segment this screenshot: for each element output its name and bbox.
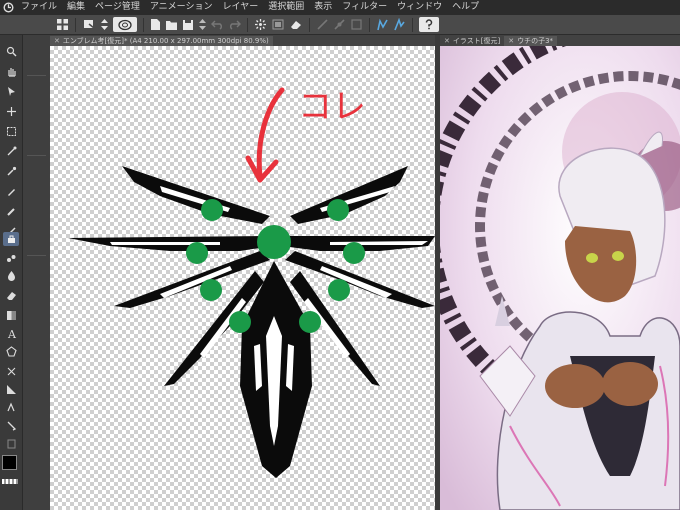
eyedropper-icon[interactable] [3,164,19,178]
strip-divider [27,75,46,76]
text-tool-icon[interactable]: A [3,326,19,340]
undo-icon[interactable] [211,17,224,32]
svg-text:A: A [7,328,17,339]
command-bar [0,15,680,35]
transparent-color-swatch[interactable] [2,479,18,484]
new-icon[interactable] [150,17,161,32]
rotate-canvas-icon[interactable] [113,17,137,32]
decoration-tool-icon[interactable] [3,251,19,265]
right-eye [612,251,624,261]
operation-icon[interactable] [3,84,19,98]
move-layer-icon[interactable] [3,104,19,118]
tab-uchinoko-label: ウチの子3* [517,36,554,45]
auto-select-icon[interactable] [3,144,19,158]
menu-filter[interactable]: フィルター [337,0,392,15]
stepper-icon[interactable] [198,17,207,32]
strip-divider [27,255,46,256]
clipboard-tool-icon[interactable] [3,436,19,450]
menu-file[interactable]: ファイル [16,0,62,15]
left-canvas-tabbar: ✕ エンブレム考[復元]* (A4 210.00 x 297.00mm 300d… [50,35,435,46]
chest-right [602,362,658,406]
airbrush-tool-icon[interactable] [3,232,19,246]
close-icon[interactable]: ✕ [54,37,60,45]
undo-history-icon[interactable] [82,17,96,32]
correction-tool-icon[interactable] [3,418,19,432]
pencil-tool-icon[interactable] [3,204,19,218]
emblem-artwork: コレ [68,87,435,478]
menu-page[interactable]: ページ管理 [90,0,145,15]
close-icon[interactable]: ✕ [444,37,450,45]
tool-palette: A [0,35,23,510]
pen-alt-icon[interactable] [393,17,406,32]
ruler-tool-icon[interactable] [3,382,19,396]
frame-tool-icon[interactable] [3,364,19,378]
ruler-icon[interactable] [316,17,329,32]
sparkle-icon[interactable] [254,17,267,32]
menu-layer[interactable]: レイヤー [218,0,264,15]
pen-icon[interactable] [376,17,389,32]
illustration-canvas[interactable] [440,46,680,510]
ruler-toggle-icon[interactable] [350,17,363,32]
arrows-icon[interactable] [100,17,109,32]
separator [75,17,76,32]
menu-bar: ファイル 編集 ページ管理 アニメーション レイヤー 選択範囲 表示 フィルター… [0,0,680,15]
annotation-text: コレ [298,87,366,127]
transform-icon[interactable] [271,17,285,32]
pen-tool-icon[interactable] [3,184,19,198]
balloon-tool-icon[interactable] [3,400,19,414]
gradient-tool-icon[interactable] [3,308,19,322]
selection-icon[interactable] [3,124,19,138]
separator [369,17,370,32]
separator [412,17,413,32]
clip-studio-logo-icon[interactable] [0,0,16,15]
strip-divider [27,155,46,156]
eraser-tool-icon[interactable] [3,288,19,302]
menu-animation[interactable]: アニメーション [145,0,218,15]
tool-property-strip [23,35,50,510]
blend-tool-icon[interactable] [3,268,19,282]
redo-icon[interactable] [228,17,241,32]
chest-left [545,364,605,408]
tab-uchinoko[interactable]: ✕ ウチの子3* [504,35,558,46]
menu-edit[interactable]: 編集 [62,0,90,15]
tab-emblem[interactable]: ✕ エンブレム考[復元]* (A4 210.00 x 297.00mm 300d… [50,35,273,46]
tab-illust[interactable]: ✕ イラスト[復元] [440,36,504,46]
menu-window[interactable]: ウィンドウ [392,0,447,15]
separator [247,17,248,32]
snap-icon[interactable] [333,17,346,32]
character-illustration [440,46,680,510]
open-icon[interactable] [165,17,178,32]
annotation-arrow [245,87,285,183]
menu-selection[interactable]: 選択範囲 [263,0,309,15]
tab-illust-label: イラスト[復元] [452,36,501,45]
separator [309,17,310,32]
hand-icon[interactable] [3,64,19,78]
left-eye [586,253,598,263]
menu-help[interactable]: ヘルプ [447,0,484,15]
separator [143,17,144,32]
help-icon[interactable] [419,17,439,32]
right-canvas-tabbar: ✕ イラスト[復元] ✕ ウチの子3* [440,35,680,46]
grid-icon[interactable] [56,17,69,32]
primary-color-swatch[interactable] [2,455,17,470]
close-icon[interactable]: ✕ [508,37,514,45]
tab-emblem-label: エンブレム考[復元]* (A4 210.00 x 297.00mm 300dpi… [62,36,269,45]
emblem-shape [68,166,435,478]
shape-tool-icon[interactable] [3,344,19,358]
eraser-icon[interactable] [289,17,303,32]
menu-view[interactable]: 表示 [309,0,337,15]
save-icon[interactable] [182,17,194,32]
emblem-canvas[interactable]: コレ [50,46,435,510]
zoom-icon[interactable] [3,44,19,58]
